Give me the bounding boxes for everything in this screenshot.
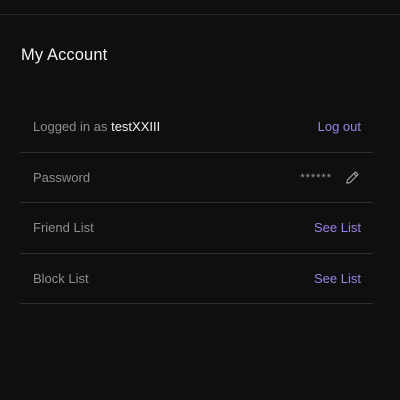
friend-list-row: Friend List See List	[20, 203, 373, 254]
logged-in-prefix: Logged in as	[33, 119, 112, 135]
password-label: Password	[33, 169, 91, 185]
password-row: Password ******	[20, 153, 373, 203]
friend-list-label: Friend List	[33, 220, 94, 236]
block-list-row: Block List See List	[20, 254, 373, 304]
block-list-label: Block List	[33, 270, 89, 286]
password-mask: ******	[300, 172, 332, 185]
logged-in-text: Logged in as testXXIII	[33, 119, 160, 134]
username: testXXIII	[111, 119, 161, 135]
logout-link[interactable]: Log out	[318, 119, 361, 134]
page-title: My Account	[21, 46, 108, 64]
account-settings-list: Logged in as testXXIII Log out Password …	[20, 102, 373, 304]
header-divider	[0, 14, 400, 15]
friend-list-see-link[interactable]: See List	[314, 220, 361, 235]
pencil-icon[interactable]	[344, 169, 361, 186]
block-list-see-link[interactable]: See List	[314, 271, 361, 286]
logged-in-row: Logged in as testXXIII Log out	[20, 102, 373, 153]
password-value: ******	[300, 169, 361, 186]
